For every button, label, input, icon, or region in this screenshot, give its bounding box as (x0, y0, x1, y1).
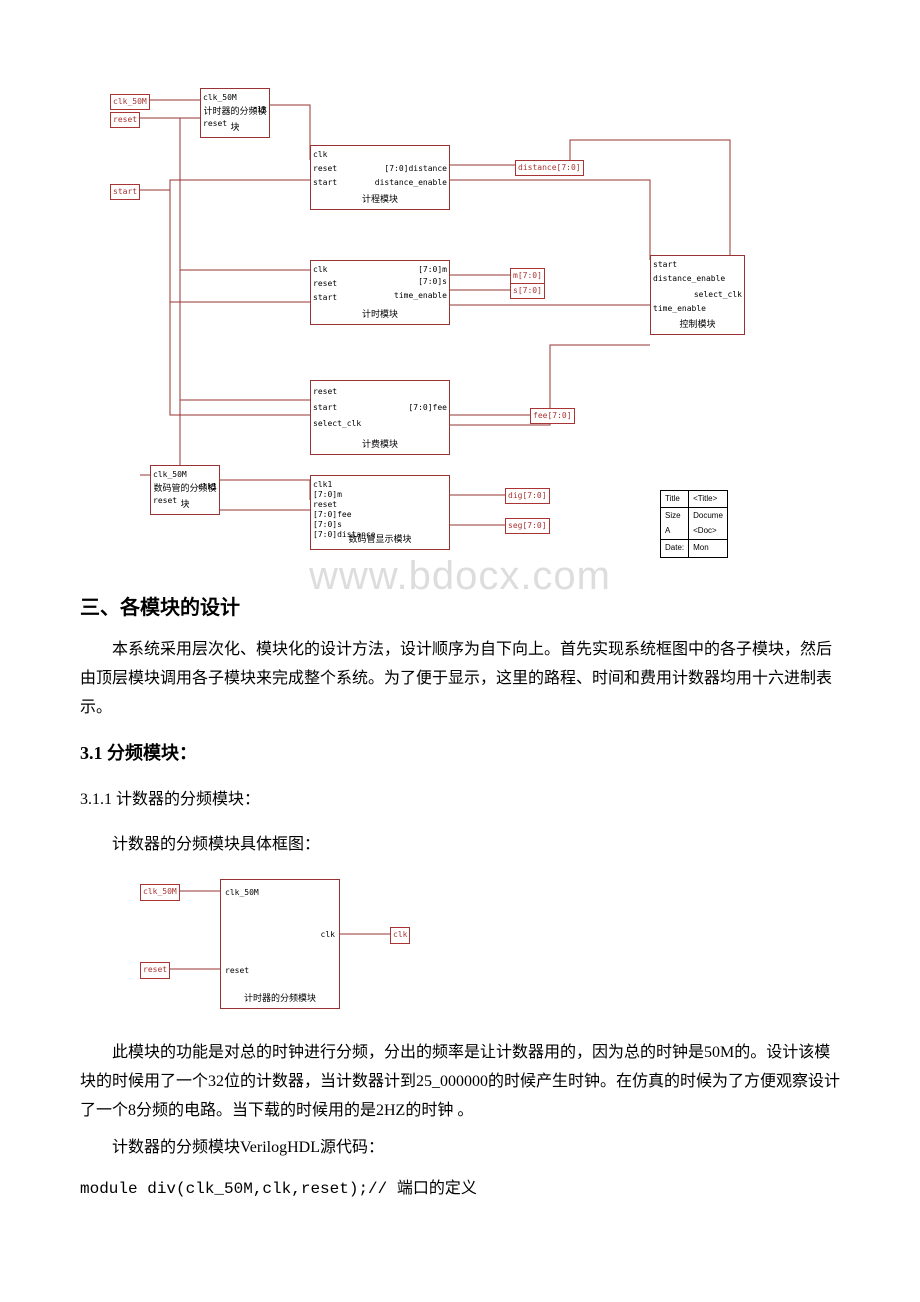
port: reset (203, 117, 227, 131)
port: [7:0]distance (313, 528, 376, 542)
port: clk_50M (225, 886, 259, 900)
port: start (313, 291, 337, 305)
section3-1-line2: 计数器的分频模块VerilogHDL源代码： (80, 1134, 840, 1163)
section3-1-heading: 3.1 分频模块： (80, 737, 840, 769)
section3-heading: 三、各模块的设计 (80, 590, 840, 626)
port: start (313, 401, 337, 415)
section3-para1: 本系统采用层次化、模块化的设计方法，设计顺序为自下向上。首先实现系统框图中的各子… (80, 636, 840, 722)
output-fee: fee[7:0] (530, 408, 575, 424)
small-in-reset: reset (140, 962, 170, 978)
input-start: start (110, 184, 140, 200)
port: distance_enable (375, 176, 447, 190)
port: clk1 (198, 480, 217, 494)
port: clk (313, 263, 327, 277)
input-reset: reset (110, 112, 140, 128)
section3-1-1-subheading: 3.1.1 计数器的分频模块： (80, 786, 840, 815)
port: [7:0]distance (384, 162, 447, 176)
port: reset (153, 494, 177, 508)
block-title: 计时器的分频模块 (223, 991, 337, 1007)
tb-size-label: Size (665, 511, 681, 520)
tb-size-value: A (665, 526, 670, 535)
tb-doc-label: Docume (693, 511, 723, 520)
port: distance_enable (653, 272, 725, 286)
block-time: clk reset start [7:0]m [7:0]s time_enabl… (310, 260, 450, 325)
output-s: s[7:0] (510, 283, 545, 299)
port: time_enable (394, 289, 447, 303)
block-title: 计程模块 (313, 192, 447, 208)
schematic-titleblock: Title <Title> Size A Docume <Doc> Date: Mo… (660, 490, 728, 558)
output-seg: seg[7:0] (505, 518, 550, 534)
small-block-div: clk_50M clk reset 计时器的分频模块 (220, 879, 340, 1009)
port: reset (313, 385, 337, 399)
output-dig: dig[7:0] (505, 488, 550, 504)
tb-title-value: <Title> (689, 491, 728, 508)
small-in-clk50m: clk_50M (140, 884, 180, 900)
verilog-code-line: module div(clk_50M,clk,reset);// 端口的定义 (80, 1175, 840, 1204)
block-title: 计时模块 (313, 307, 447, 323)
div-module-diagram: clk_50M reset clk_50M clk reset 计时器的分频模块… (140, 869, 440, 1029)
port: reset (313, 162, 337, 176)
input-clk-50m: clk_50M (110, 94, 150, 110)
block-fee: reset start select_clk [7:0]fee 计费模块 (310, 380, 450, 455)
tb-date-value: Mon (689, 540, 728, 557)
port: reset (313, 277, 337, 291)
block-title: 控制模块 (653, 317, 742, 333)
port: clk (253, 103, 267, 117)
port: select_clk (313, 417, 361, 431)
port: start (313, 176, 337, 190)
block-distance: clk reset start [7:0]distance distance_e… (310, 145, 450, 210)
port: clk_50M (203, 91, 237, 105)
tb-date-label: Date: (661, 540, 689, 557)
block-display: clk1 [7:0]m reset [7:0]fee [7:0]s [7:0]d… (310, 475, 450, 550)
port: reset (225, 964, 249, 978)
port: clk (313, 148, 327, 162)
small-out-clk: clk (390, 927, 410, 943)
tb-doc-value: <Doc> (693, 526, 717, 535)
tb-title-label: Title (661, 491, 689, 508)
section3-1-para2: 此模块的功能是对总的时钟进行分频，分出的频率是让计数器用的，因为总的时钟是50M… (80, 1039, 840, 1125)
block-title: 计费模块 (313, 437, 447, 453)
port: clk_50M (153, 468, 187, 482)
block-div-counter: clk_50M clk reset 计时器的分频模块 (200, 88, 270, 138)
block-div-seg: clk_50M clk1 reset 数码管的分频模块 (150, 465, 220, 515)
section3-1-line1: 计数器的分频模块具体框图： (80, 831, 840, 860)
block-control: start distance_enable select_clk time_en… (650, 255, 745, 335)
port: [7:0]fee (408, 401, 447, 415)
port: time_enable (653, 302, 706, 316)
port: clk (321, 928, 335, 942)
system-block-diagram: www.bdocx.com clk_50M reset start clk_50… (110, 80, 810, 560)
port: [7:0]s (418, 275, 447, 289)
output-m: m[7:0] (510, 268, 545, 284)
output-distance: distance[7:0] (515, 160, 584, 176)
port: select_clk (694, 288, 742, 302)
port: start (653, 258, 677, 272)
